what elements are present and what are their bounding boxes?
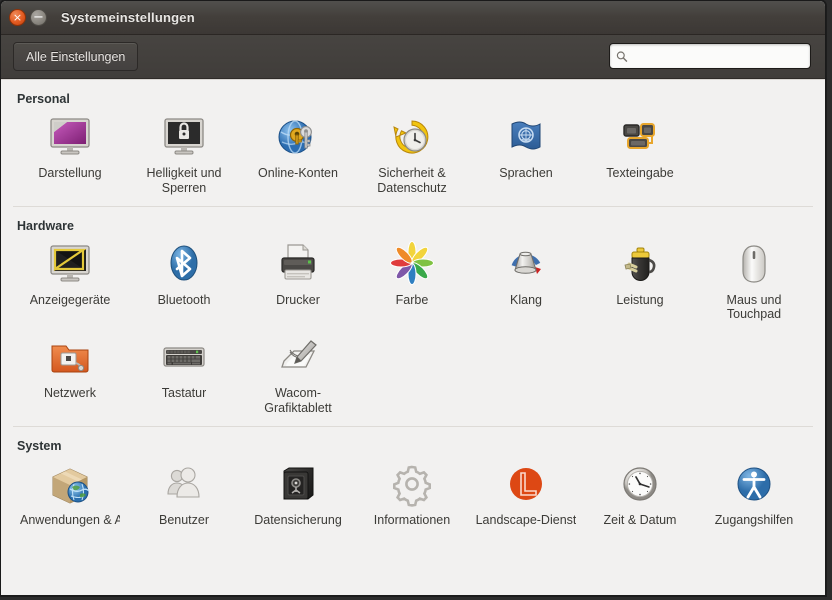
settings-tile-label: Landscape-Dienst <box>475 512 577 527</box>
displays-icon <box>45 239 95 289</box>
minimize-button[interactable]: − <box>30 9 47 26</box>
settings-tile-label: Online-Konten <box>258 166 338 180</box>
settings-tile-label: Klang <box>510 292 542 307</box>
settings-tile-label: Maus und Touchpad <box>726 292 782 322</box>
settings-tile-label: Datensicherung <box>254 512 342 527</box>
settings-tile-label: Farbe <box>395 292 429 307</box>
backup-icon <box>273 459 323 509</box>
settings-tile-label: Drucker <box>276 292 320 307</box>
settings-tile-details[interactable]: Informationen <box>355 455 469 534</box>
settings-tile-wacom-tablet[interactable]: Wacom-Grafiktablett <box>241 328 355 422</box>
settings-tile-label: Zeit & Datum <box>603 512 677 527</box>
security-privacy-icon <box>387 112 437 162</box>
printer-icon <box>273 239 323 289</box>
software-updates-icon <box>45 459 95 509</box>
color-icon <box>387 239 437 289</box>
settings-tile-label: Sprachen <box>499 166 553 180</box>
minimize-icon: − <box>33 9 44 25</box>
settings-content: Personal Darstellung Helligkeit und Sper… <box>1 79 825 595</box>
settings-tile-appearance[interactable]: Darstellung <box>13 108 127 202</box>
settings-section-hardware: Hardware Anzeigegeräte Bluetooth Drucker… <box>13 205 813 426</box>
settings-tile-text-entry[interactable]: Texteingabe <box>583 108 697 202</box>
title-bar: × − Systemeinstellungen <box>1 1 825 35</box>
settings-tile-label: Anzeigegeräte <box>29 292 111 307</box>
settings-tile-backup[interactable]: Datensicherung <box>241 455 355 534</box>
details-icon <box>387 459 437 509</box>
keyboard-icon <box>159 332 209 382</box>
search-input[interactable] <box>632 49 804 63</box>
settings-tile-software-updates[interactable]: Anwendungen & Aktualisierung <box>13 455 127 534</box>
settings-tile-label: Netzwerk <box>43 386 97 400</box>
close-icon: × <box>12 11 23 24</box>
settings-grid: Anwendungen & Aktualisierung Benutzer Da… <box>13 455 813 534</box>
settings-tile-label: Anwendungen & Aktualisierung <box>20 512 120 527</box>
toolbar: Alle Einstellungen <box>1 35 825 79</box>
settings-tile-bluetooth[interactable]: Bluetooth <box>127 235 241 329</box>
section-header: System <box>17 438 62 453</box>
settings-tile-time-date[interactable]: Zeit & Datum <box>583 455 697 534</box>
settings-tile-label: Darstellung <box>38 166 102 180</box>
language-icon <box>501 112 551 162</box>
time-date-icon <box>615 459 665 509</box>
settings-tile-label: Texteingabe <box>606 166 674 180</box>
settings-tile-power[interactable]: Leistung <box>583 235 697 329</box>
settings-grid: Anzeigegeräte Bluetooth Drucker Farbe Kl… <box>13 235 813 422</box>
settings-tile-label: Tastatur <box>161 386 207 400</box>
users-icon <box>159 459 209 509</box>
network-icon <box>45 332 95 382</box>
settings-tile-label: Wacom-Grafiktablett <box>264 386 332 415</box>
settings-tile-keyboard[interactable]: Tastatur <box>127 328 241 422</box>
settings-tile-language[interactable]: Sprachen <box>469 108 583 202</box>
search-icon <box>616 50 628 62</box>
all-settings-label: Alle Einstellungen <box>26 49 126 64</box>
settings-tile-mouse-touchpad[interactable]: Maus und Touchpad <box>697 235 811 329</box>
section-header: Hardware <box>17 218 74 233</box>
text-entry-icon <box>615 112 665 162</box>
search-box[interactable] <box>609 43 811 69</box>
power-icon <box>615 239 665 289</box>
settings-section-system: System Anwendungen & Aktualisierung Benu… <box>13 425 813 538</box>
wacom-tablet-icon <box>273 332 323 382</box>
settings-tile-color[interactable]: Farbe <box>355 235 469 329</box>
landscape-icon <box>501 459 551 509</box>
settings-tile-accessibility[interactable]: Zugangshilfen <box>697 455 811 534</box>
settings-section-personal: Personal Darstellung Helligkeit und Sper… <box>1 80 825 206</box>
settings-tile-landscape[interactable]: Landscape-Dienst <box>469 455 583 534</box>
settings-tile-displays[interactable]: Anzeigegeräte <box>13 235 127 329</box>
settings-tile-security-privacy[interactable]: Sicherheit & Datenschutz <box>355 108 469 202</box>
settings-tile-users[interactable]: Benutzer <box>127 455 241 534</box>
settings-tile-label: Helligkeit und Sperren <box>146 166 222 195</box>
settings-tile-online-accounts[interactable]: Online-Konten <box>241 108 355 202</box>
settings-tile-label: Zugangshilfen <box>714 512 794 527</box>
settings-tile-label: Bluetooth <box>157 292 211 307</box>
settings-tile-brightness-lock[interactable]: Helligkeit und Sperren <box>127 108 241 202</box>
settings-grid: Darstellung Helligkeit und Sperren Onlin… <box>1 108 825 202</box>
brightness-lock-icon <box>159 112 209 162</box>
settings-tile-label: Leistung <box>616 292 664 307</box>
settings-tile-network[interactable]: Netzwerk <box>13 328 127 422</box>
mouse-touchpad-icon <box>729 239 779 289</box>
close-button[interactable]: × <box>9 9 26 26</box>
settings-tile-sound[interactable]: Klang <box>469 235 583 329</box>
bluetooth-icon <box>159 239 209 289</box>
settings-tile-label: Benutzer <box>158 512 210 527</box>
window-title: Systemeinstellungen <box>61 10 195 25</box>
settings-tile-label: Informationen <box>373 512 451 527</box>
all-settings-button[interactable]: Alle Einstellungen <box>13 42 139 71</box>
online-accounts-icon <box>273 112 323 162</box>
section-header: Personal <box>17 92 70 106</box>
appearance-icon <box>45 112 95 162</box>
accessibility-icon <box>729 459 779 509</box>
sound-icon <box>501 239 551 289</box>
system-settings-window: × − Systemeinstellungen Alle Einstellung… <box>0 0 826 596</box>
settings-tile-label: Sicherheit & Datenschutz <box>377 166 447 195</box>
settings-tile-printer[interactable]: Drucker <box>241 235 355 329</box>
